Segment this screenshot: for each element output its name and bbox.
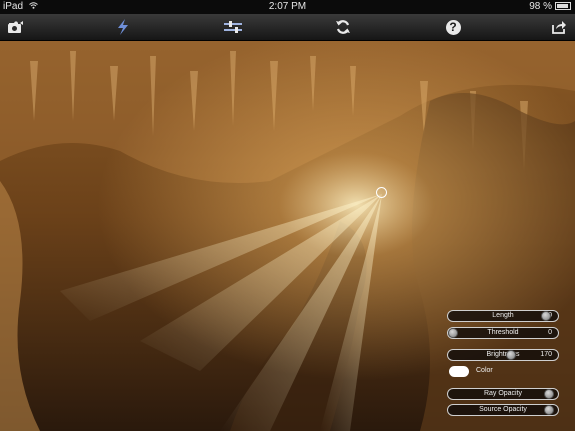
brightness-value: 170 (540, 351, 552, 358)
battery-percent: 98 % (529, 1, 552, 12)
photo-icon (8, 21, 23, 33)
length-knob[interactable] (541, 311, 551, 321)
brightness-slider[interactable]: Brightness 170 (447, 349, 559, 361)
refresh-icon (336, 20, 350, 34)
help-icon: ? (445, 19, 461, 35)
threshold-knob[interactable] (448, 328, 458, 338)
status-bar: iPad 2:07 PM 98 % (0, 0, 575, 14)
help-button[interactable]: ? (441, 18, 465, 36)
sliders-icon (224, 21, 242, 33)
length-slider[interactable]: Length 0 (447, 310, 559, 322)
ray-opacity-knob[interactable] (544, 389, 554, 399)
effects-button[interactable] (111, 18, 135, 36)
share-button[interactable] (547, 18, 571, 36)
ray-opacity-label: Ray Opacity (483, 390, 523, 397)
threshold-slider[interactable]: Threshold 0 (447, 327, 559, 339)
source-opacity-label: Source Opacity (479, 406, 527, 413)
color-swatch[interactable] (449, 366, 469, 377)
ray-opacity-slider[interactable]: Ray Opacity 1 (447, 388, 559, 400)
color-picker[interactable]: Color (447, 366, 559, 378)
battery-icon (555, 2, 571, 11)
photo-button[interactable] (4, 18, 28, 36)
status-time: 2:07 PM (268, 1, 307, 12)
source-opacity-slider[interactable]: Source Opacity 1 (447, 404, 559, 416)
threshold-label: Threshold (487, 329, 519, 336)
refresh-button[interactable] (331, 18, 355, 36)
threshold-value: 0 (548, 329, 552, 336)
toolbar: ? (0, 14, 575, 41)
source-opacity-knob[interactable] (544, 405, 554, 415)
share-icon (552, 21, 566, 34)
lightning-icon (118, 19, 128, 35)
settings-button[interactable] (221, 18, 245, 36)
brightness-knob[interactable] (506, 350, 516, 360)
color-label: Color (476, 367, 493, 374)
light-source-handle[interactable] (376, 187, 387, 198)
